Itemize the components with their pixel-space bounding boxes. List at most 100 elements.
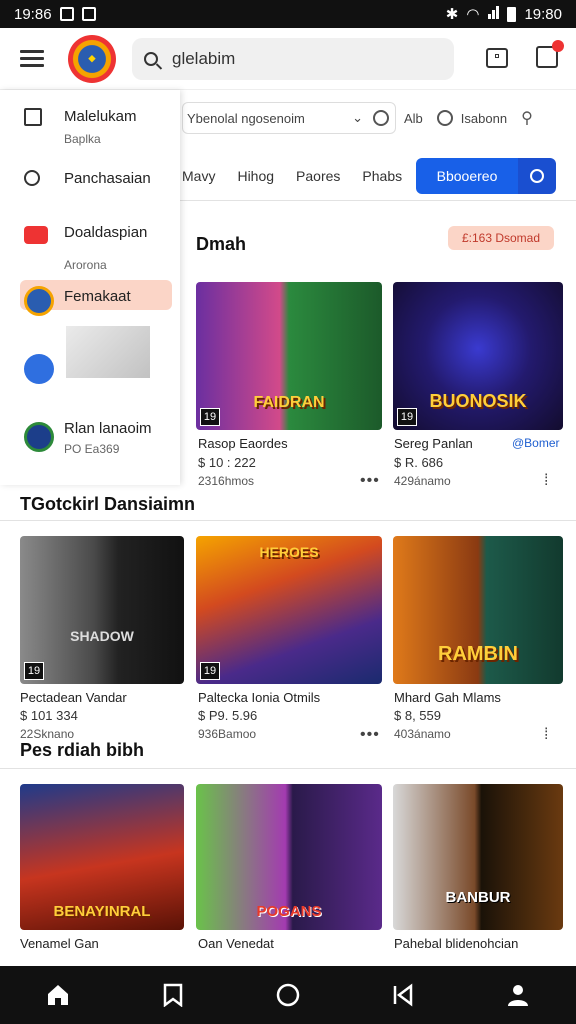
profile-icon[interactable] xyxy=(505,982,531,1008)
status-time: 19:86 xyxy=(14,5,52,23)
status-bar: 19:86 ✱ ◠ 19:80 xyxy=(0,0,576,28)
tab-paores[interactable]: Paores xyxy=(296,168,340,184)
chart-icon xyxy=(24,354,54,384)
tab-hihog[interactable]: Hihog xyxy=(237,168,274,184)
game-card-meta: 2316hmos xyxy=(198,474,255,488)
search-value: glelabim xyxy=(172,48,236,68)
drawer-item-title[interactable]: Rlan lanaoim xyxy=(64,420,152,437)
section-title: Dmah xyxy=(196,234,247,254)
game-card-tag[interactable]: @Bomer xyxy=(512,436,560,450)
document-icon xyxy=(24,108,42,126)
location-pin-icon[interactable] xyxy=(373,110,389,126)
app-bar: ◆ glelabim xyxy=(0,28,576,90)
game-card-image[interactable]: SHADOW 19 xyxy=(20,536,184,684)
home-icon[interactable] xyxy=(45,982,71,1008)
tab-switcher-icon[interactable] xyxy=(486,48,508,68)
age-rating-badge: 19 xyxy=(200,662,220,680)
game-card-title[interactable]: Paltecka Ionia Otmils xyxy=(198,690,320,705)
menu-icon[interactable] xyxy=(20,46,44,71)
app-logo[interactable]: ◆ xyxy=(68,34,116,83)
game-card-image[interactable]: FAIDRAN 19 xyxy=(196,282,382,430)
filter-label[interactable]: Alb xyxy=(404,111,423,126)
game-card-image[interactable]: BANBUR xyxy=(393,784,563,930)
location-icon xyxy=(436,110,453,126)
bookmark-icon[interactable] xyxy=(160,982,186,1008)
notification-icon xyxy=(59,7,74,21)
chevron-down-icon: ⌄ xyxy=(352,110,363,125)
drawer-item-title[interactable]: Malelukam xyxy=(64,108,137,125)
filter-row: Ybenolal ngosenoim ⌄ Alb Isabonn ⚲ xyxy=(182,102,576,134)
bluetooth-icon: ✱ xyxy=(445,6,459,23)
game-card-price: $ 101 334 xyxy=(20,708,78,723)
home-circle-icon[interactable] xyxy=(275,982,301,1008)
game-card-title[interactable]: Pectadean Vandar xyxy=(20,690,127,705)
game-card-image[interactable]: BENAYINRAL xyxy=(20,784,184,930)
age-rating-badge: 19 xyxy=(200,408,220,426)
more-options-icon[interactable]: ⁞ xyxy=(544,472,549,490)
wifi-icon: ◠ xyxy=(466,6,480,23)
battery-icon xyxy=(507,6,517,22)
search-input[interactable]: glelabim xyxy=(132,37,454,80)
game-card-title[interactable]: Oan Venedat xyxy=(198,936,274,951)
search-icon xyxy=(24,170,40,186)
drawer-item-title[interactable]: Femakaat xyxy=(64,288,131,305)
section-title: Pes rdiah bibh xyxy=(20,740,145,760)
tab-mavy[interactable]: Mavy xyxy=(182,168,215,184)
drawer-item-title[interactable]: Panchasaian xyxy=(64,170,151,187)
game-card-meta: 22Sknano xyxy=(20,727,75,741)
game-card-image[interactable]: HEROES 19 xyxy=(196,536,382,684)
navigation-drawer: Malelukam Baplka Panchasaian Doaldaspian… xyxy=(0,90,180,485)
divider xyxy=(0,768,576,769)
game-cover-title: FAIDRAN xyxy=(253,394,325,411)
status-time-right: 19:80 xyxy=(524,5,562,23)
game-icon xyxy=(24,286,54,316)
game-card-image[interactable]: BUONOSIK 19 xyxy=(393,282,563,430)
game-card-title[interactable]: Pahebal blidenohcian xyxy=(394,936,518,951)
promo-badge[interactable]: £:163 Dsomad xyxy=(448,226,554,250)
age-rating-badge: 19 xyxy=(24,662,44,680)
divider xyxy=(0,520,576,521)
video-icon xyxy=(24,226,48,244)
search-icon xyxy=(530,169,544,183)
primary-button[interactable]: Bbooereo xyxy=(416,158,518,194)
signal-icon xyxy=(487,5,500,23)
category-select[interactable]: Ybenolal ngosenoim ⌄ xyxy=(182,102,396,134)
drawer-art xyxy=(66,326,150,378)
game-card-title[interactable]: Mhard Gah Mlams xyxy=(394,690,501,705)
game-card-title[interactable]: Venamel Gan xyxy=(20,936,99,951)
game-cover-title: RAMBIN xyxy=(438,643,518,665)
drawer-item-subtitle: PO Ea369 xyxy=(64,442,120,456)
game-cover-title: BENAYINRAL xyxy=(53,903,151,920)
more-options-icon[interactable]: ⁞ xyxy=(544,726,549,744)
cart-badge xyxy=(552,40,564,52)
game-card-image[interactable]: RAMBIN xyxy=(393,536,563,684)
notification-icon xyxy=(81,7,96,21)
section-title: TGotckirl Dansiaimn xyxy=(20,494,196,514)
game-card-title[interactable]: Rasop Eaordes xyxy=(198,436,288,451)
cart-icon[interactable] xyxy=(536,40,564,68)
age-rating-badge: 19 xyxy=(397,408,417,426)
game-card-title[interactable]: Sereg Panlan xyxy=(394,436,473,451)
more-options-icon[interactable]: ••• xyxy=(360,472,380,490)
more-options-icon[interactable]: ••• xyxy=(360,726,380,744)
drawer-item-subtitle: Arorona xyxy=(64,258,107,272)
tab-phabs[interactable]: Phabs xyxy=(362,168,402,184)
game-cover-title: BUONOSIK xyxy=(429,391,527,411)
back-icon[interactable] xyxy=(390,982,416,1008)
game-cover-title: BANBUR xyxy=(445,889,511,906)
bottom-navigation xyxy=(0,966,576,1024)
map-pin-icon[interactable]: ⚲ xyxy=(521,108,533,128)
game-card-price: $ 8, 559 xyxy=(394,708,441,723)
game-card-price: $ R. 686 xyxy=(394,455,444,470)
game-card-price: $ 10 : 222 xyxy=(198,455,256,470)
game-cover-title: POGANS xyxy=(256,903,322,920)
drawer-item-title[interactable]: Doaldaspian xyxy=(64,224,147,241)
game-cover-title: SHADOW xyxy=(70,628,134,644)
search-button[interactable] xyxy=(518,158,556,194)
game-card-meta: 403ánamo xyxy=(394,727,451,741)
search-icon xyxy=(144,51,158,66)
drawer-item-subtitle: Baplka xyxy=(64,132,101,146)
location-label[interactable]: Isabonn xyxy=(461,111,507,126)
game-card-image[interactable]: POGANS xyxy=(196,784,382,930)
game-card-meta: 936Bamoo xyxy=(198,727,257,741)
